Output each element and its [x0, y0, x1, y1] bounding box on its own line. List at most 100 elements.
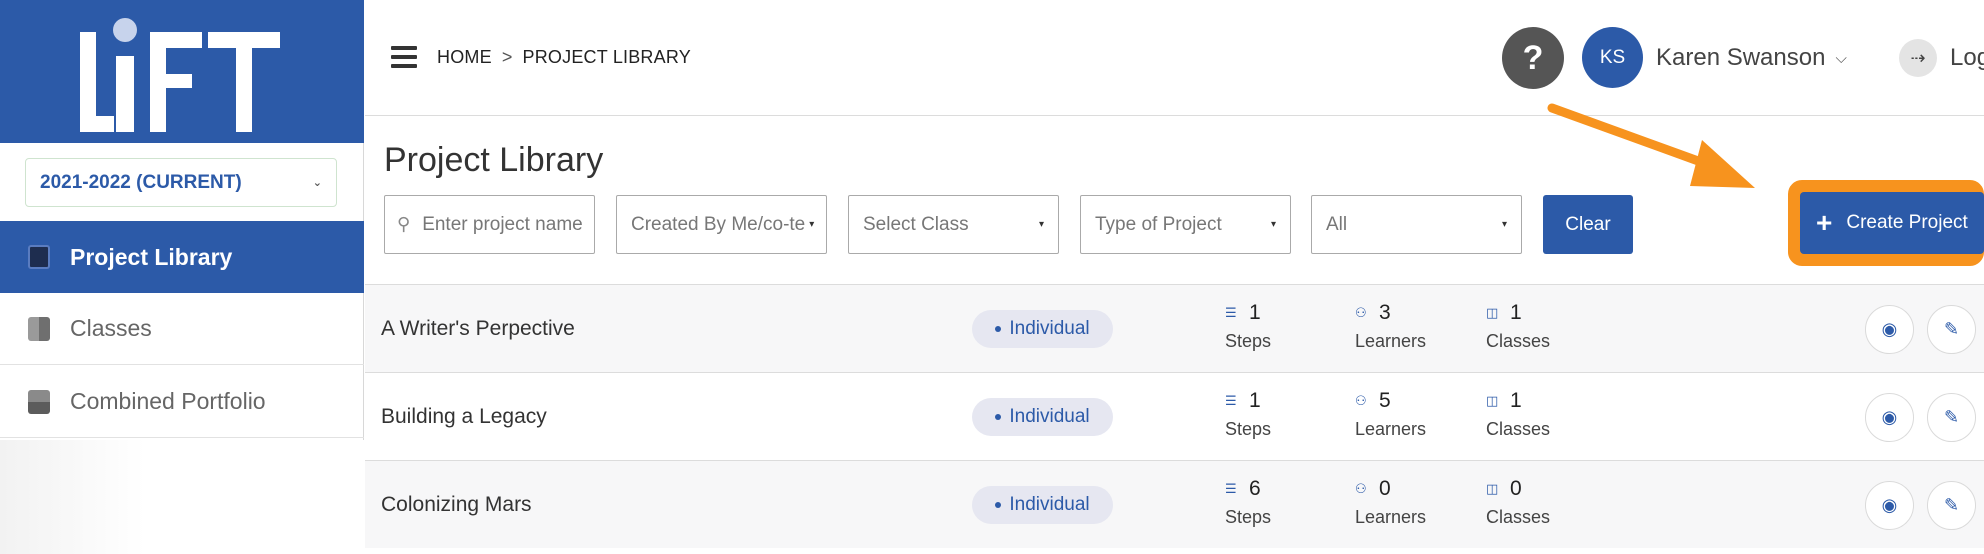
eye-icon: ◉	[1881, 319, 1898, 339]
classes-icon: ◫	[1486, 305, 1499, 320]
pencil-icon: ✎	[1943, 407, 1960, 427]
project-name[interactable]: Building a Legacy	[381, 405, 547, 429]
pencil-icon: ✎	[1943, 495, 1960, 515]
learners-stat: ⚇ 3 Learners	[1355, 301, 1426, 352]
classes-label: Classes	[1486, 419, 1551, 439]
steps-count: 1	[1249, 301, 1261, 324]
logo[interactable]	[0, 0, 364, 143]
classes-count: 1	[1510, 389, 1522, 412]
search-input[interactable]: ⚲ Enter project name	[384, 195, 595, 254]
table-row[interactable]: Building a Legacy Individual ☰ 1 Steps ⚇ 5…	[365, 372, 1984, 460]
create-project-label: Create Project	[1846, 212, 1968, 233]
steps-stat: ☰ 1 Steps	[1225, 301, 1271, 352]
learners-count: 0	[1379, 477, 1391, 500]
steps-stat: ☰ 6 Steps	[1225, 477, 1271, 528]
steps-icon: ☰	[1225, 481, 1237, 496]
edit-button[interactable]: ✎	[1927, 305, 1976, 354]
edit-button[interactable]: ✎	[1927, 393, 1976, 442]
sidebar-item-combined-portfolio[interactable]: Combined Portfolio	[0, 366, 364, 438]
project-table: A Writer's Perpective Individual ☰ 1 Step…	[365, 284, 1984, 548]
learners-icon: ⚇	[1355, 305, 1367, 320]
user-name: Karen Swanson	[1656, 44, 1826, 71]
project-library-icon	[28, 245, 50, 269]
project-name[interactable]: Colonizing Mars	[381, 493, 532, 517]
menu-icon[interactable]	[391, 46, 417, 68]
learners-label: Learners	[1355, 419, 1427, 439]
table-row[interactable]: Colonizing Mars Individual ☰ 6 Steps ⚇ 0 L…	[365, 460, 1984, 548]
sidebar-item-classes[interactable]: Classes	[0, 293, 364, 365]
classes-label: Classes	[1486, 507, 1551, 527]
breadcrumb-current: PROJECT LIBRARY	[522, 47, 691, 67]
classes-icon: ◫	[1486, 393, 1499, 408]
eye-icon: ◉	[1881, 495, 1898, 515]
project-name[interactable]: A Writer's Perpective	[381, 317, 575, 341]
table-row[interactable]: A Writer's Perpective Individual ☰ 1 Step…	[365, 284, 1984, 372]
chevron-down-icon: ▾	[1501, 219, 1507, 230]
chevron-down-icon: ⌵	[1835, 49, 1847, 67]
created-by-select[interactable]: Created By Me/co-te ▾	[616, 195, 827, 254]
book-icon	[28, 316, 50, 341]
steps-count: 6	[1249, 477, 1261, 500]
view-button[interactable]: ◉	[1865, 305, 1914, 354]
learners-stat: ⚇ 0 Learners	[1355, 477, 1426, 528]
steps-label: Steps	[1225, 331, 1272, 351]
project-type-value: Type of Project	[1095, 213, 1222, 235]
avatar[interactable]: KS	[1582, 27, 1643, 88]
dot-icon	[995, 326, 1002, 332]
created-by-value: Created By Me/co-te	[631, 213, 806, 235]
view-button[interactable]: ◉	[1865, 393, 1914, 442]
school-year-value: 2021-2022 (CURRENT)	[40, 171, 242, 193]
sidebar-item-label: Classes	[70, 315, 152, 341]
learners-label: Learners	[1355, 507, 1427, 527]
chevron-down-icon: ▾	[809, 219, 815, 230]
project-type-label: Individual	[1009, 318, 1090, 339]
learners-icon: ⚇	[1355, 481, 1367, 496]
page-title: Project Library	[384, 141, 604, 179]
help-button[interactable]: ?	[1502, 27, 1564, 89]
project-type-badge: Individual	[972, 310, 1113, 348]
sidebar: 2021-2022 (CURRENT) ⌄ Project Library Cl…	[0, 0, 364, 554]
class-select[interactable]: Select Class ▾	[848, 195, 1059, 254]
sidebar-item-label: Project Library	[70, 243, 233, 270]
project-type-select[interactable]: Type of Project ▾	[1080, 195, 1291, 254]
learners-stat: ⚇ 5 Learners	[1355, 389, 1426, 440]
chevron-down-icon: ▾	[1038, 219, 1044, 230]
search-icon: ⚲	[397, 214, 411, 234]
school-year-select[interactable]: 2021-2022 (CURRENT) ⌄	[25, 158, 337, 207]
logout-icon[interactable]: ⇢	[1899, 39, 1937, 77]
classes-count: 0	[1510, 477, 1522, 500]
classes-count: 1	[1510, 301, 1522, 324]
logout-link[interactable]: Log	[1950, 44, 1984, 72]
breadcrumb-separator: >	[501, 47, 513, 67]
status-select[interactable]: All ▾	[1311, 195, 1522, 254]
steps-stat: ☰ 1 Steps	[1225, 389, 1271, 440]
classes-label: Classes	[1486, 331, 1551, 351]
lift-logo-icon	[80, 18, 280, 132]
sidebar-item-label: Combined Portfolio	[70, 388, 266, 414]
edit-button[interactable]: ✎	[1927, 481, 1976, 530]
breadcrumb-home[interactable]: HOME	[437, 47, 492, 68]
project-type-badge: Individual	[972, 398, 1113, 436]
breadcrumb: HOME > PROJECT LIBRARY	[437, 47, 691, 68]
learners-count: 3	[1379, 301, 1391, 324]
project-type-label: Individual	[1009, 406, 1090, 427]
view-button[interactable]: ◉	[1865, 481, 1914, 530]
create-project-button[interactable]: + Create Project	[1800, 192, 1984, 254]
status-value: All	[1326, 213, 1348, 235]
plus-icon: +	[1816, 207, 1833, 238]
steps-label: Steps	[1225, 507, 1272, 527]
chevron-down-icon: ▾	[1270, 219, 1276, 230]
project-type-label: Individual	[1009, 494, 1090, 515]
dot-icon	[995, 502, 1002, 508]
learners-count: 5	[1379, 389, 1391, 412]
user-menu[interactable]: Karen Swanson ⌵	[1656, 44, 1847, 72]
clear-button[interactable]: Clear	[1543, 195, 1633, 254]
steps-label: Steps	[1225, 419, 1272, 439]
portfolio-icon	[28, 389, 50, 414]
eye-icon: ◉	[1881, 407, 1898, 427]
classes-icon: ◫	[1486, 481, 1499, 496]
sidebar-item-project-library[interactable]: Project Library	[0, 221, 364, 293]
steps-icon: ☰	[1225, 393, 1237, 408]
class-value: Select Class	[863, 213, 969, 235]
learners-label: Learners	[1355, 331, 1427, 351]
